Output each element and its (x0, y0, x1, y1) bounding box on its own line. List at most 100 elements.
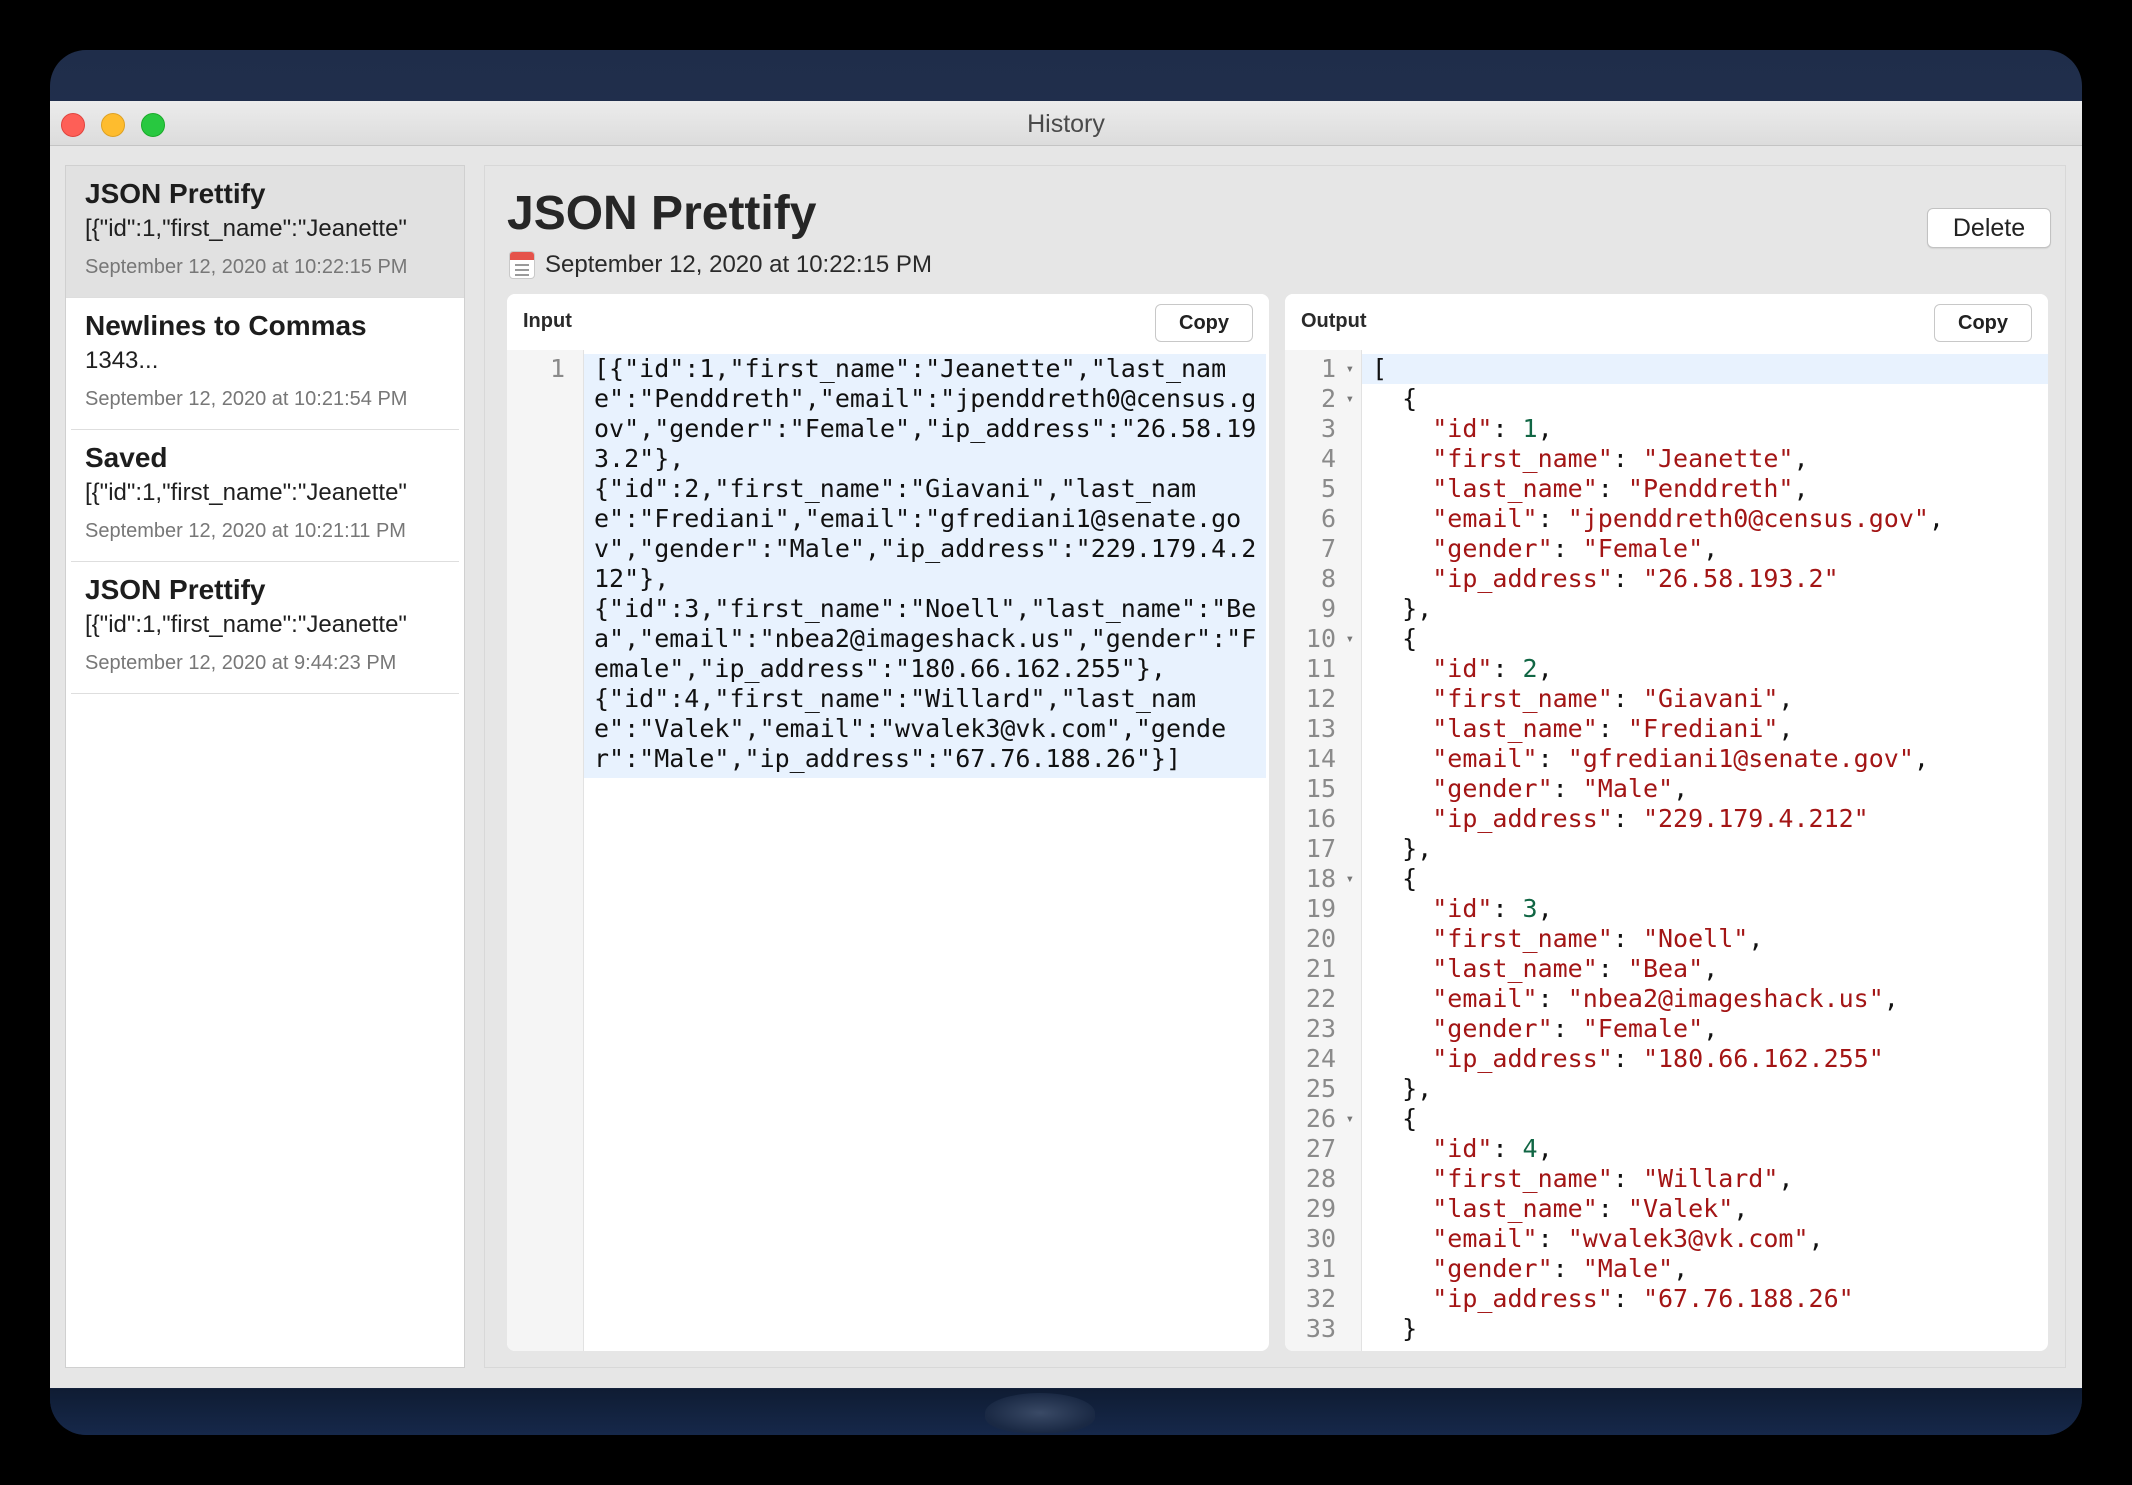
line-number: 30 (1305, 1224, 1336, 1253)
history-item-title: JSON Prettify (85, 574, 266, 605)
output-line: { (1372, 864, 1418, 893)
line-number: 32 (1305, 1284, 1336, 1313)
line-number: 9 (1320, 594, 1336, 623)
line-number: 3 (1320, 414, 1336, 443)
history-item[interactable]: Saved [{"id":1,"first_name":"Jeanette" S… (71, 430, 459, 562)
input-panel-header: Input Copy (507, 294, 1269, 350)
output-line: "first_name": "Willard", (1432, 1164, 1794, 1193)
title-bar[interactable]: History (50, 101, 2082, 146)
history-item-title: JSON Prettify (85, 178, 266, 209)
input-text: [{"id":1,"first_name":"Jeanette","last_n… (584, 354, 1266, 778)
output-line: { (1372, 624, 1418, 653)
output-line: "id": 2, (1432, 654, 1553, 683)
line-number: 24 (1305, 1044, 1336, 1073)
history-item-snippet: [{"id":1,"first_name":"Jeanette" (85, 215, 407, 242)
output-editor[interactable]: [ { "id": 1, "first_name": "Jeanette", "… (1362, 350, 2048, 1351)
detail-date-row: September 12, 2020 at 10:22:15 PM (509, 248, 932, 282)
output-line: "email": "wvalek3@vk.com", (1432, 1224, 1824, 1253)
output-line: }, (1372, 1074, 1433, 1103)
detail-date: September 12, 2020 at 10:22:15 PM (545, 251, 932, 278)
line-number: 23 (1305, 1014, 1336, 1043)
output-panel-header: Output Copy (1285, 294, 2048, 350)
line-number: 11 (1305, 654, 1336, 683)
desktop: History JSON Prettify [{"id":1,"first_na… (50, 50, 2082, 1435)
line-number: 20 (1305, 924, 1336, 953)
output-line: "first_name": "Noell", (1432, 924, 1764, 953)
output-line: }, (1372, 834, 1433, 863)
line-number: 25 (1305, 1074, 1336, 1103)
output-line: } (1372, 1314, 1418, 1343)
line-number: 27 (1305, 1134, 1336, 1163)
history-item-title: Saved (85, 442, 168, 473)
copy-output-button[interactable]: Copy (1934, 304, 2032, 342)
input-line-gutter: 1 (507, 350, 584, 1351)
line-number: 10 ▾ (1305, 624, 1354, 654)
copy-input-button[interactable]: Copy (1155, 304, 1253, 342)
line-number: 15 (1305, 774, 1336, 803)
input-label: Input (523, 310, 572, 332)
line-number: 16 (1305, 804, 1336, 833)
line-number: 21 (1305, 954, 1336, 983)
line-number: 14 (1305, 744, 1336, 773)
output-panel: Output Copy 1 ▾ 2 ▾ 3 4 5 6 7 8 9 10 ▾ 11 12 13 14 15 16 17… (1285, 294, 2048, 1351)
line-number: 4 (1320, 444, 1336, 473)
detail-view: JSON Prettify September 12, 2020 at 10:2… (484, 165, 2066, 1368)
history-item-snippet: 1343... (85, 347, 159, 374)
output-line: "email": "nbea2@imageshack.us", (1432, 984, 1899, 1013)
history-item[interactable]: Newlines to Commas 1343... September 12,… (71, 298, 459, 430)
line-number: 28 (1305, 1164, 1336, 1193)
line-number: 33 (1305, 1314, 1336, 1343)
wallpaper-rock (985, 1393, 1095, 1433)
history-item[interactable]: JSON Prettify [{"id":1,"first_name":"Jea… (71, 562, 459, 694)
line-number: 18 ▾ (1305, 864, 1354, 894)
output-line: "gender": "Male", (1432, 774, 1689, 803)
output-line: "last_name": "Valek", (1432, 1194, 1749, 1223)
history-item-snippet: [{"id":1,"first_name":"Jeanette" (85, 611, 407, 638)
output-line: "last_name": "Bea", (1432, 954, 1719, 983)
output-label: Output (1301, 310, 1367, 332)
output-line: "ip_address": "180.66.162.255" (1432, 1044, 1884, 1073)
history-item-date: September 12, 2020 at 10:21:11 PM (85, 520, 406, 542)
line-number: 1 ▾ (1320, 354, 1354, 384)
line-number: 19 (1305, 894, 1336, 923)
line-number: 22 (1305, 984, 1336, 1013)
history-item-title: Newlines to Commas (85, 310, 367, 341)
output-line: "first_name": "Jeanette", (1432, 444, 1809, 473)
output-line: { (1372, 1104, 1418, 1133)
output-line-gutter: 1 ▾ 2 ▾ 3 4 5 6 7 8 9 10 ▾ 11 12 13 14 15 16 17 18 ▾ 19 20 21 22 2… (1285, 350, 1362, 1351)
output-line: "gender": "Male", (1432, 1254, 1689, 1283)
fold-toggle-icon[interactable]: ▾ (1346, 1104, 1354, 1134)
line-number: 1 (549, 354, 565, 383)
line-number: 8 (1320, 564, 1336, 593)
fold-toggle-icon[interactable]: ▾ (1346, 864, 1354, 894)
delete-button[interactable]: Delete (1927, 208, 2051, 248)
fold-toggle-icon[interactable]: ▾ (1346, 384, 1354, 414)
calendar-icon (509, 251, 535, 279)
history-item-date: September 12, 2020 at 10:21:54 PM (85, 388, 408, 410)
output-line: "first_name": "Giavani", (1432, 684, 1794, 713)
line-number: 12 (1305, 684, 1336, 713)
output-line: "id": 4, (1432, 1134, 1553, 1163)
input-editor[interactable]: [{"id":1,"first_name":"Jeanette","last_n… (584, 350, 1269, 1351)
history-item-date: September 12, 2020 at 9:44:23 PM (85, 652, 397, 674)
output-line: [ (1362, 354, 2048, 384)
line-number: 7 (1320, 534, 1336, 563)
history-item[interactable]: JSON Prettify [{"id":1,"first_name":"Jea… (66, 166, 464, 298)
fold-toggle-icon[interactable]: ▾ (1346, 624, 1354, 654)
line-number: 17 (1305, 834, 1336, 863)
desktop-wallpaper-bottom (50, 1389, 2082, 1435)
line-number: 6 (1320, 504, 1336, 533)
history-window: History JSON Prettify [{"id":1,"first_na… (50, 101, 2082, 1388)
line-number: 29 (1305, 1194, 1336, 1223)
output-line: "ip_address": "26.58.193.2" (1432, 564, 1839, 593)
output-line: "last_name": "Penddreth", (1432, 474, 1809, 503)
fold-toggle-icon[interactable]: ▾ (1346, 354, 1354, 384)
output-line: "id": 3, (1432, 894, 1553, 923)
output-line: "email": "jpenddreth0@census.gov", (1432, 504, 1944, 533)
output-line: "last_name": "Frediani", (1432, 714, 1794, 743)
history-item-snippet: [{"id":1,"first_name":"Jeanette" (85, 479, 407, 506)
output-line: "email": "gfrediani1@senate.gov", (1432, 744, 1929, 773)
output-line: { (1372, 384, 1418, 413)
output-line: "gender": "Female", (1432, 534, 1719, 563)
history-sidebar: JSON Prettify [{"id":1,"first_name":"Jea… (65, 165, 465, 1368)
